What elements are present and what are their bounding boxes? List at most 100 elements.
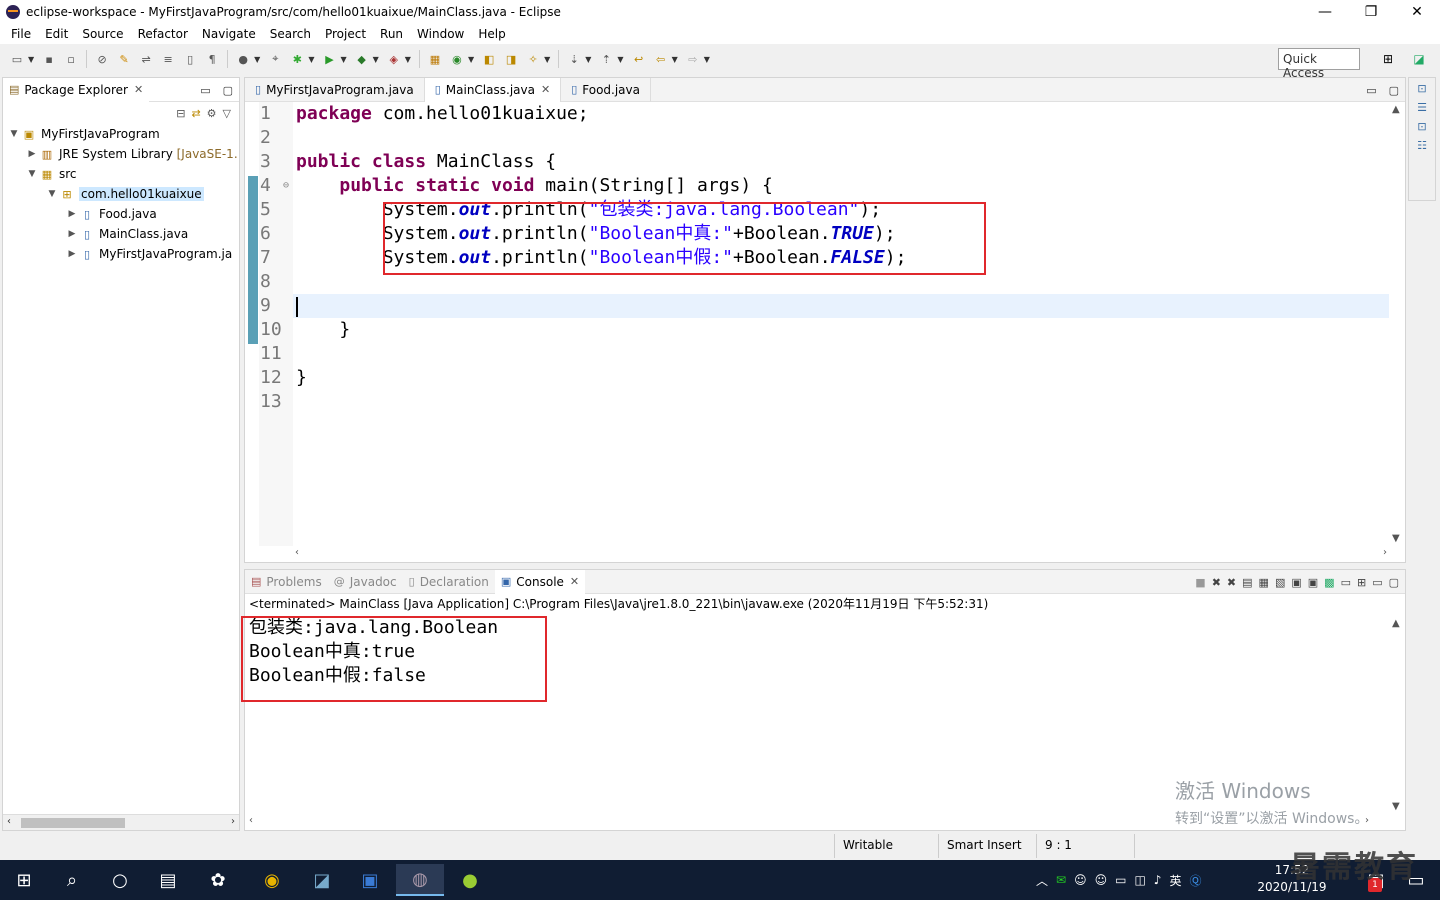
menu-refactor[interactable]: Refactor (131, 27, 195, 41)
editor-vscrollbar[interactable]: ▲ ▼ (1389, 102, 1405, 546)
scroll-right-icon[interactable]: › (1365, 815, 1369, 826)
tab-mainclass[interactable]: ▯ MainClass.java ✕ (424, 77, 562, 102)
link-icon[interactable]: ⇌ (138, 51, 154, 67)
new-class-dropdown-icon[interactable]: ▼ (468, 55, 474, 64)
open-type-icon[interactable]: ◧ (481, 51, 497, 67)
tab-declaration[interactable]: ▯ Declaration (403, 570, 495, 594)
remove-all-icon[interactable]: ✖ (1227, 576, 1236, 589)
chevron-right-icon[interactable]: ▶ (25, 149, 39, 159)
outline-icon[interactable]: ☷ (1417, 139, 1427, 152)
open-console-icon[interactable]: ⊞ (1357, 576, 1366, 589)
scroll-lock-icon[interactable]: ▦ (1259, 576, 1269, 589)
paragraph-icon[interactable]: ¶ (204, 51, 220, 67)
menu-edit[interactable]: Edit (38, 27, 75, 41)
pinwheel-app-icon[interactable]: ✿ (194, 864, 242, 896)
scroll-down-icon[interactable]: ▼ (1392, 801, 1400, 812)
restore-view-icon[interactable]: ⊡ (1417, 82, 1426, 95)
profile-dropdown-icon[interactable]: ▼ (254, 55, 260, 64)
prev-annotation-dropdown-icon[interactable]: ▼ (617, 55, 623, 64)
show-on-error-icon[interactable]: ▣ (1308, 576, 1318, 589)
pin-icon[interactable]: ⌖ (267, 51, 283, 67)
tree-item-project[interactable]: ▼ ▣ MyFirstJavaProgram (3, 124, 239, 144)
code-editor[interactable]: 1 2 3 4 ⊖ 5 6 7 8 9 10 11 12 13 package … (245, 102, 1405, 546)
close-icon[interactable]: ✕ (134, 83, 143, 96)
format-icon[interactable]: ≡ (160, 51, 176, 67)
maximize-view-icon[interactable]: ▢ (1389, 84, 1399, 97)
screen-icon[interactable]: ▭ (1115, 873, 1126, 887)
qq-browser-icon[interactable]: Ⓠ (1189, 872, 1201, 889)
tab-myfirstjavaprogram[interactable]: ▯ MyFirstJavaProgram.java (245, 77, 425, 102)
console-vscrollbar[interactable]: ▲ ▼ (1389, 616, 1405, 814)
tree-item-package[interactable]: ▼ ⊞ com.hello01kuaixue (3, 184, 239, 204)
quick-access-field[interactable]: Quick Access (1278, 48, 1360, 80)
link-with-editor-icon[interactable]: ⇄ (191, 107, 200, 120)
menu-window[interactable]: Window (410, 27, 471, 41)
display-console-icon[interactable]: ▭ (1341, 576, 1351, 589)
menu-run[interactable]: Run (373, 27, 410, 41)
tab-package-explorer[interactable]: ▤ Package Explorer ✕ (3, 77, 150, 102)
scroll-up-icon[interactable]: ▲ (1392, 104, 1400, 115)
external-tools-icon[interactable]: ◈ (386, 51, 402, 67)
scroll-left-icon[interactable]: ‹ (7, 816, 11, 827)
new-package-icon[interactable]: ▦ (427, 51, 443, 67)
open-folder-icon[interactable]: ◨ (503, 51, 519, 67)
new-dropdown-icon[interactable]: ▼ (28, 55, 34, 64)
tree-item-food[interactable]: ▶ ▯ Food.java (3, 204, 239, 224)
console-hscrollbar[interactable]: ‹ › (245, 814, 1389, 830)
pin-console-icon[interactable]: ▩ (1324, 576, 1334, 589)
block-icon[interactable]: ▯ (182, 51, 198, 67)
chevron-right-icon[interactable]: ▶ (65, 229, 79, 239)
eclipse-taskbar-icon[interactable]: ◍ (396, 864, 444, 896)
wps-icon[interactable]: ▣ (346, 864, 394, 896)
prev-annotation-icon[interactable]: ⇡ (598, 51, 614, 67)
minimize-view-icon[interactable]: ▭ (1372, 576, 1382, 589)
forward-dropdown-icon[interactable]: ▼ (704, 55, 710, 64)
tab-console[interactable]: ▣ Console ✕ (494, 569, 586, 594)
scroll-left-icon[interactable]: ‹ (249, 815, 253, 826)
close-button[interactable]: ✕ (1394, 0, 1440, 24)
minimize-view-icon[interactable]: ▭ (200, 84, 210, 97)
chevron-right-icon[interactable]: ▶ (65, 209, 79, 219)
package-explorer-hscrollbar[interactable]: ‹ › (3, 814, 239, 830)
new-icon[interactable]: ▭ (9, 51, 25, 67)
next-annotation-icon[interactable]: ⇣ (566, 51, 582, 67)
next-annotation-dropdown-icon[interactable]: ▼ (585, 55, 591, 64)
notes-app-icon[interactable]: ◪ (298, 864, 346, 896)
qq-icon[interactable]: ☺ (1074, 873, 1087, 887)
tree-item-myfirstjavaprogram[interactable]: ▶ ▯ MyFirstJavaProgram.ja (3, 244, 239, 264)
chrome-icon[interactable]: ◉ (248, 864, 296, 896)
show-on-output-icon[interactable]: ▣ (1291, 576, 1301, 589)
scroll-left-icon[interactable]: ‹ (295, 547, 299, 558)
tree-item-mainclass[interactable]: ▶ ▯ MainClass.java (3, 224, 239, 244)
coverage-icon[interactable]: ◆ (354, 51, 370, 67)
open-perspective-icon[interactable]: ⊞ (1377, 48, 1399, 70)
remove-launch-icon[interactable]: ✖ (1212, 576, 1221, 589)
tab-problems[interactable]: ▤ Problems (245, 570, 328, 594)
editor-hscrollbar[interactable]: ‹ › (293, 546, 1389, 562)
tab-javadoc[interactable]: @ Javadoc (328, 570, 403, 594)
debug-dropdown-icon[interactable]: ▼ (308, 55, 314, 64)
menu-source[interactable]: Source (75, 27, 130, 41)
scroll-right-icon[interactable]: › (231, 816, 235, 827)
task-view-icon[interactable]: ▤ (144, 864, 192, 896)
external-tools-dropdown-icon[interactable]: ▼ (405, 55, 411, 64)
chevron-up-icon[interactable]: ︿ (1036, 872, 1048, 889)
run-dropdown-icon[interactable]: ▼ (340, 55, 346, 64)
restore-button[interactable]: ❐ (1348, 0, 1394, 24)
terminate-icon[interactable]: ■ (1195, 576, 1205, 589)
new-class-icon[interactable]: ◉ (449, 51, 465, 67)
chevron-down-icon[interactable]: ▼ (7, 129, 21, 139)
wechat-icon[interactable]: ✉ (1056, 873, 1066, 887)
menu-search[interactable]: Search (263, 27, 318, 41)
chevron-down-icon[interactable]: ▼ (45, 189, 59, 199)
volume-icon[interactable]: ♪ (1154, 873, 1162, 887)
search-icon[interactable]: ⌕ (48, 864, 96, 896)
coverage-dropdown-icon[interactable]: ▼ (373, 55, 379, 64)
melon-app-icon[interactable]: ● (446, 864, 494, 896)
tree-item-jre[interactable]: ▶ ▥ JRE System Library [JavaSE-1. (3, 144, 239, 164)
minimize-view-icon[interactable]: ▭ (1366, 84, 1376, 97)
scroll-down-icon[interactable]: ▼ (1392, 533, 1400, 544)
close-icon[interactable]: ✕ (570, 575, 579, 588)
forward-icon[interactable]: ⇨ (685, 51, 701, 67)
back-icon[interactable]: ⇦ (653, 51, 669, 67)
